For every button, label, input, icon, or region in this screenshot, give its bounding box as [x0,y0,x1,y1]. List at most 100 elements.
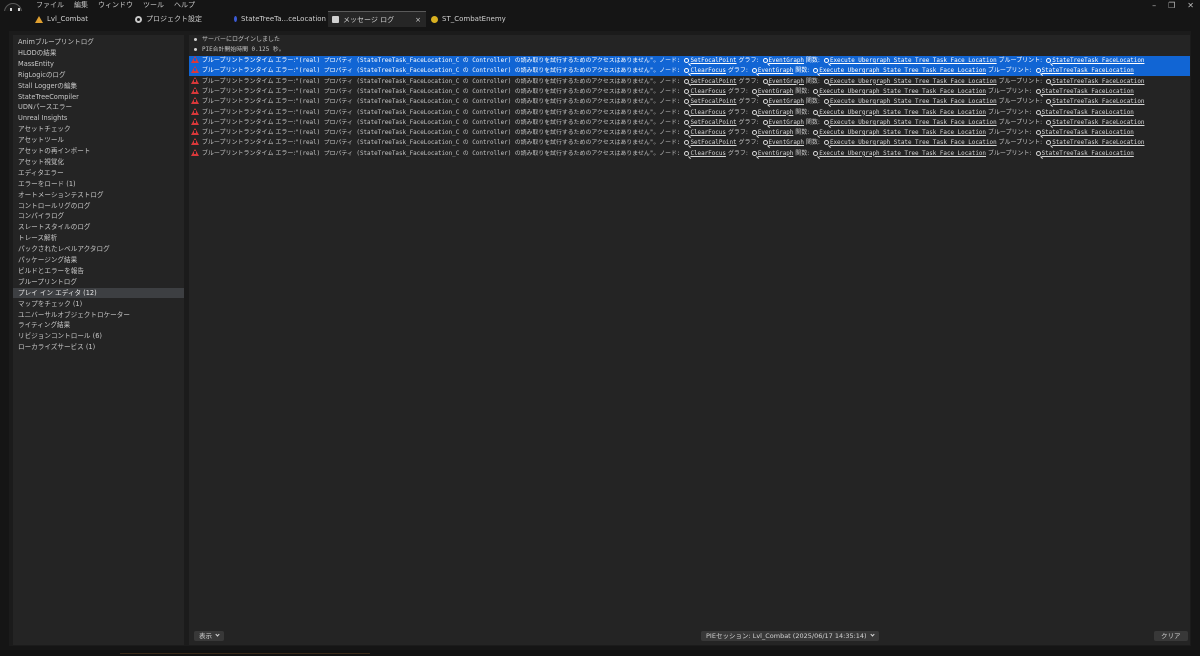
log-error-row[interactable]: ブループリントランタイム エラー:"(real) プロパティ (StateTre… [189,148,1190,159]
category-item[interactable]: HLODの結果 [13,48,184,58]
function-link[interactable]: Execute Ubergraph State Tree Task Face L… [819,130,986,136]
menu-item[interactable]: ウィンドウ [93,1,138,10]
category-item[interactable]: RigLogicのログ [13,70,184,80]
function-link[interactable]: Execute Ubergraph State Tree Task Face L… [819,151,986,157]
graph-link[interactable]: EventGraph [758,68,793,74]
category-item[interactable]: スレートスタイルのログ [13,222,184,232]
category-item[interactable]: マップをチェック (1) [13,299,184,309]
blueprint-link[interactable]: StateTreeTask_FaceLocation [1042,89,1134,95]
tab-st-combat-enemy[interactable]: ST_CombatEnemy [428,11,528,27]
function-link[interactable]: Execute Ubergraph State Tree Task Face L… [830,99,997,105]
blueprint-link[interactable]: StateTreeTask_FaceLocation [1052,79,1144,85]
category-item[interactable]: エディタエラー [13,168,184,178]
category-item[interactable]: StateTreeCompiler [13,92,184,102]
category-item[interactable]: ビルドとエラーを報告 [13,266,184,276]
category-item[interactable]: ローカライズサービス (1) [13,342,184,352]
log-error-row[interactable]: ブループリントランタイム エラー:"(real) プロパティ (StateTre… [189,128,1190,138]
blueprint-link[interactable]: StateTreeTask_FaceLocation [1052,99,1144,105]
menu-item[interactable]: ヘルプ [169,1,200,10]
menu-item[interactable]: ツール [138,1,169,10]
function-label: 関数: [795,87,810,95]
log-error-row[interactable]: ブループリントランタイム エラー:"(real) プロパティ (StateTre… [189,107,1190,118]
category-item[interactable]: Animブループリントログ [13,37,184,47]
graph-link[interactable]: EventGraph [769,140,804,146]
function-link[interactable]: Execute Ubergraph State Tree Task Face L… [830,79,997,85]
function-label: 関数: [795,108,810,116]
category-item[interactable]: リビジョンコントロール (6) [13,331,184,341]
tab-message-log[interactable]: メッセージ ログ × [328,11,426,27]
category-item[interactable]: プレイ イン エディタ (12) [13,287,184,298]
log-error-row[interactable]: ブループリントランタイム エラー:"(real) プロパティ (StateTre… [189,97,1190,107]
graph-link[interactable]: EventGraph [769,58,804,64]
node-link[interactable]: SetFocalPoint [690,99,736,105]
category-item[interactable]: アセットチェック [13,124,184,134]
function-link[interactable]: Execute Ubergraph State Tree Task Face L… [819,110,986,116]
category-item[interactable]: ライティング結果 [13,320,184,330]
category-item[interactable]: アセットの再インポート [13,146,184,156]
node-link[interactable]: ClearFocus [690,151,725,157]
category-item[interactable]: アセットツール [13,135,184,145]
restore-icon[interactable]: ❐ [1168,1,1175,10]
blueprint-link[interactable]: StateTreeTask_FaceLocation [1042,110,1134,116]
log-error-row[interactable]: ブループリントランタイム エラー:"(real) プロパティ (StateTre… [189,76,1190,87]
blueprint-link[interactable]: StateTreeTask_FaceLocation [1042,130,1134,136]
function-link[interactable]: Execute Ubergraph State Tree Task Face L… [830,58,997,64]
close-icon[interactable]: × [415,16,421,24]
category-item[interactable]: トレース解析 [13,233,184,243]
category-item[interactable]: ユニバーサルオブジェクトロケーター [13,310,184,320]
graph-link[interactable]: EventGraph [769,79,804,85]
blueprint-link[interactable]: StateTreeTask_FaceLocation [1042,68,1134,74]
node-link[interactable]: ClearFocus [690,68,725,74]
blueprint-link[interactable]: StateTreeTask_FaceLocation [1052,58,1144,64]
node-link[interactable]: ClearFocus [690,89,725,95]
node-link[interactable]: SetFocalPoint [690,58,736,64]
log-error-row[interactable]: ブループリントランタイム エラー:"(real) プロパティ (StateTre… [189,56,1190,66]
node-link[interactable]: SetFocalPoint [690,79,736,85]
menu-item[interactable]: ファイル [31,1,69,10]
graph-link[interactable]: EventGraph [758,89,793,95]
error-warning-icon [191,97,199,105]
clear-button[interactable]: クリア [1154,631,1188,641]
category-item[interactable]: オートメーションテストログ [13,190,184,200]
function-link[interactable]: Execute Ubergraph State Tree Task Face L… [819,68,986,74]
blueprint-link[interactable]: StateTreeTask_FaceLocation [1052,120,1144,126]
function-link[interactable]: Execute Ubergraph State Tree Task Face L… [819,89,986,95]
minimize-icon[interactable]: – [1152,1,1156,10]
view-options-button[interactable]: 表示 [194,631,224,641]
category-item[interactable]: コントロールリグのログ [13,201,184,211]
function-link[interactable]: Execute Ubergraph State Tree Task Face L… [830,120,997,126]
tab-lvl-combat[interactable]: Lvl_Combat [30,11,125,27]
function-link[interactable]: Execute Ubergraph State Tree Task Face L… [830,140,997,146]
node-link[interactable]: SetFocalPoint [690,120,736,126]
log-error-row[interactable]: ブループリントランタイム エラー:"(real) プロパティ (StateTre… [189,117,1190,128]
node-link[interactable]: SetFocalPoint [690,140,736,146]
log-error-row[interactable]: ブループリントランタイム エラー:"(real) プロパティ (StateTre… [189,86,1190,97]
log-error-row[interactable]: ブループリントランタイム エラー:"(real) プロパティ (StateTre… [189,138,1190,148]
blueprint-link[interactable]: StateTreeTask_FaceLocation [1052,140,1144,146]
category-item[interactable]: コンパイラログ [13,211,184,221]
category-item[interactable]: Stall Loggerの編集 [13,81,184,91]
graph-link[interactable]: EventGraph [758,151,793,157]
menu-item[interactable]: 編集 [69,1,93,10]
category-item[interactable]: パッケージング結果 [13,255,184,265]
graph-link[interactable]: EventGraph [758,110,793,116]
category-item[interactable]: Unreal Insights [13,113,184,123]
category-item[interactable]: エラーをロード (1) [13,179,184,189]
category-item[interactable]: MassEntity [13,59,184,69]
category-item[interactable]: UDNパースエラー [13,102,184,112]
node-link[interactable]: ClearFocus [690,110,725,116]
category-item[interactable]: アセット視覚化 [13,157,184,167]
blueprint-link[interactable]: StateTreeTask_FaceLocation [1042,151,1134,157]
tab-statetree-task[interactable]: StateTreeTa...ceLocation [229,11,326,27]
close-window-icon[interactable]: ✕ [1187,1,1194,10]
node-link[interactable]: ClearFocus [690,130,725,136]
pie-session-dropdown[interactable]: PIEセッション: Lvl_Combat (2025/06/17 14:35:1… [701,631,879,641]
log-error-row[interactable]: ブループリントランタイム エラー:"(real) プロパティ (StateTre… [189,66,1190,77]
graph-link[interactable]: EventGraph [769,120,804,126]
category-item[interactable]: ブループリントログ [13,277,184,287]
category-item[interactable]: パックされたレベルアクタログ [13,244,184,254]
graph-link[interactable]: EventGraph [769,99,804,105]
tab-project-settings[interactable]: プロジェクト設定 [130,11,225,27]
error-message: "(real) プロパティ (StateTreeTask_FaceLocatio… [295,109,681,116]
graph-link[interactable]: EventGraph [758,130,793,136]
